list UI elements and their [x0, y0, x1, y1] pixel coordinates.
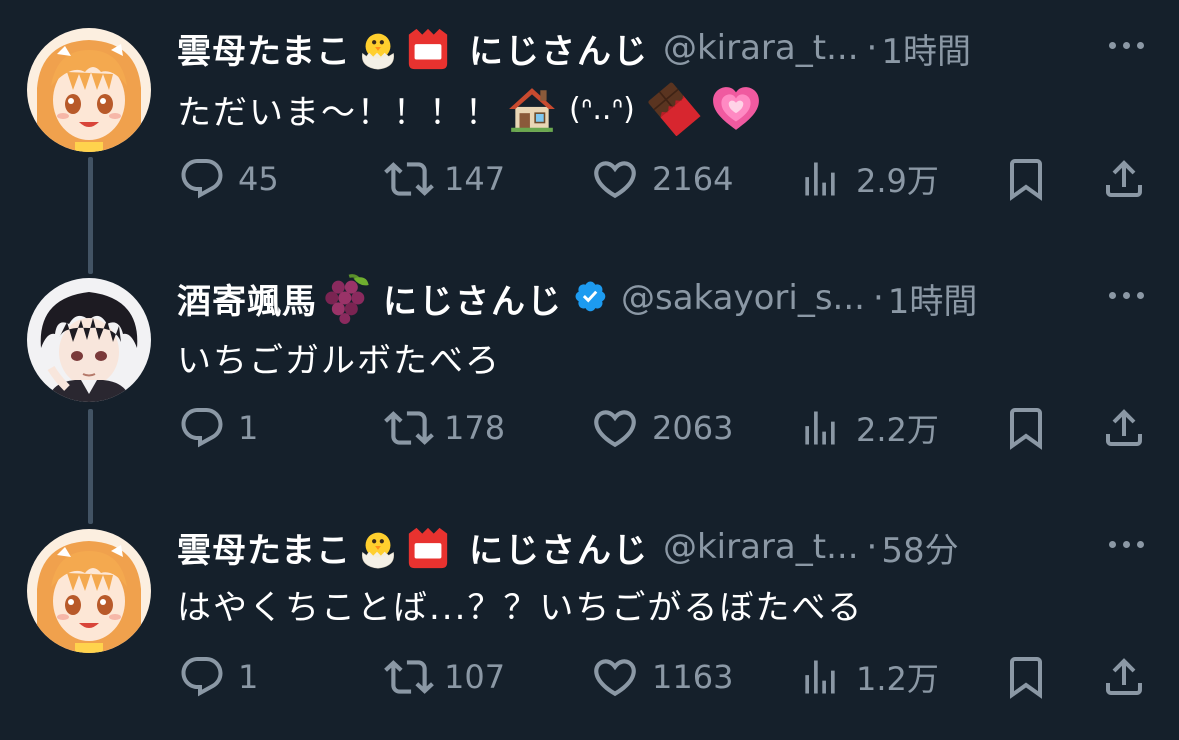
views-button[interactable]: 2.2万 — [798, 403, 939, 453]
like-button[interactable]: 2063 — [590, 403, 733, 453]
tweet-header: 酒寄颯馬 にじさんじ @sakayori_s... · 1時間 — [177, 272, 977, 324]
hatching-chick-icon — [355, 25, 401, 71]
like-count: 2063 — [652, 409, 734, 447]
dark-hair-boy-avatar-icon — [27, 278, 151, 402]
timestamp[interactable]: 1時間 — [888, 274, 978, 323]
reply-icon — [178, 653, 226, 701]
tweet-header: 雲母たまこ にじさんじ @kirara_t... · 58分 — [177, 521, 959, 573]
org-name[interactable]: にじさんじ — [469, 24, 649, 73]
bookmark-icon — [1002, 155, 1050, 203]
tweet-thread: 雲母たまこ にじさんじ @kirara_t... · 1時間 ただいま〜！！！！… — [0, 0, 1179, 740]
timestamp[interactable]: 1時間 — [881, 24, 971, 73]
growing-heart-icon — [711, 84, 761, 134]
kaomoji-text: (ᐢ..ᐢ) — [569, 91, 635, 127]
reply-button[interactable]: 1 — [178, 403, 258, 453]
reply-button[interactable]: 1 — [178, 652, 258, 702]
handle[interactable]: @kirara_t... — [663, 28, 859, 68]
reply-icon — [178, 155, 226, 203]
tweet-text: ただいま〜！！！！ (ᐢ..ᐢ) — [177, 82, 761, 136]
like-count: 1163 — [652, 658, 734, 696]
orange-hair-girl-avatar-icon — [27, 28, 151, 152]
tweet[interactable]: 酒寄颯馬 にじさんじ @sakayori_s... · 1時間 いちごガルボたべ… — [0, 272, 1179, 472]
tweet-text-body: はやくちことば...？？いちごがるぼたべる — [177, 587, 864, 628]
handle[interactable]: @sakayori_s... — [621, 278, 865, 318]
retweet-count: 178 — [444, 409, 506, 447]
bookmark-icon — [1002, 404, 1050, 452]
share-button[interactable] — [1100, 154, 1148, 204]
separator-dot: · — [872, 278, 884, 318]
share-button[interactable] — [1100, 403, 1148, 453]
tweet-text: いちごガルボたべろ — [177, 332, 501, 382]
share-button[interactable] — [1100, 652, 1148, 702]
more-options-icon[interactable] — [1109, 292, 1144, 299]
bookmark-icon — [1002, 653, 1050, 701]
tweet-header: 雲母たまこ にじさんじ @kirara_t... · 1時間 — [177, 22, 971, 74]
heart-icon — [590, 652, 640, 702]
share-icon — [1100, 155, 1148, 203]
reply-button[interactable]: 45 — [178, 154, 279, 204]
hatching-chick-icon — [355, 524, 401, 570]
retweet-count: 147 — [444, 160, 506, 198]
more-options-icon[interactable] — [1109, 42, 1144, 49]
bookmark-button[interactable] — [1002, 652, 1050, 702]
org-name[interactable]: にじさんじ — [469, 523, 649, 572]
views-chart-icon — [798, 655, 842, 699]
share-icon — [1100, 653, 1148, 701]
view-count: 1.2万 — [856, 660, 939, 698]
retweet-button[interactable]: 147 — [384, 154, 505, 204]
reply-count: 45 — [238, 160, 279, 198]
bookmark-button[interactable] — [1002, 403, 1050, 453]
display-name[interactable]: 雲母たまこ — [177, 523, 351, 572]
bookmark-button[interactable] — [1002, 154, 1050, 204]
separator-dot: · — [866, 527, 878, 567]
action-bar: 1 107 1163 1.2万 — [0, 652, 1179, 702]
name-badge-icon — [405, 524, 451, 570]
reply-count: 1 — [238, 658, 259, 696]
views-button[interactable]: 1.2万 — [798, 652, 939, 702]
view-count: 2.9万 — [856, 162, 939, 200]
tweet-text-body: ただいま〜！！！！ — [177, 92, 501, 133]
reply-icon — [178, 404, 226, 452]
separator-dot: · — [866, 28, 878, 68]
name-badge-icon — [405, 25, 451, 71]
chocolate-bar-icon — [647, 82, 701, 136]
display-name[interactable]: 雲母たまこ — [177, 24, 351, 73]
retweet-count: 107 — [444, 658, 506, 696]
display-name[interactable]: 酒寄颯馬 — [177, 274, 317, 323]
retweet-icon — [384, 652, 434, 702]
org-name[interactable]: にじさんじ — [383, 274, 563, 323]
action-bar: 1 178 2063 2.2万 — [0, 403, 1179, 453]
avatar[interactable] — [27, 28, 151, 152]
timestamp[interactable]: 58分 — [881, 523, 958, 572]
retweet-icon — [384, 403, 434, 453]
views-chart-icon — [798, 157, 842, 201]
share-icon — [1100, 404, 1148, 452]
views-button[interactable]: 2.9万 — [798, 154, 939, 204]
tweet-text-body: いちごガルボたべろ — [177, 340, 501, 381]
like-button[interactable]: 2164 — [590, 154, 733, 204]
grapes-icon — [321, 272, 373, 324]
retweet-button[interactable]: 107 — [384, 652, 505, 702]
tweet[interactable]: 雲母たまこ にじさんじ @kirara_t... · 1時間 ただいま〜！！！！… — [0, 22, 1179, 222]
heart-icon — [590, 403, 640, 453]
verified-badge-icon — [573, 279, 611, 317]
house-icon — [507, 84, 557, 134]
reply-count: 1 — [238, 409, 259, 447]
action-bar: 45 147 2164 2.9万 — [0, 154, 1179, 204]
views-chart-icon — [798, 406, 842, 450]
avatar[interactable] — [27, 529, 151, 653]
tweet-text: はやくちことば...？？いちごがるぼたべる — [177, 579, 863, 629]
handle[interactable]: @kirara_t... — [663, 527, 859, 567]
heart-icon — [590, 154, 640, 204]
more-options-icon[interactable] — [1109, 541, 1144, 548]
orange-hair-girl-avatar-icon — [27, 529, 151, 653]
view-count: 2.2万 — [856, 411, 939, 449]
retweet-icon — [384, 154, 434, 204]
like-button[interactable]: 1163 — [590, 652, 733, 702]
tweet[interactable]: 雲母たまこ にじさんじ @kirara_t... · 58分 はやくちことば..… — [0, 521, 1179, 721]
like-count: 2164 — [652, 160, 734, 198]
retweet-button[interactable]: 178 — [384, 403, 505, 453]
avatar[interactable] — [27, 278, 151, 402]
